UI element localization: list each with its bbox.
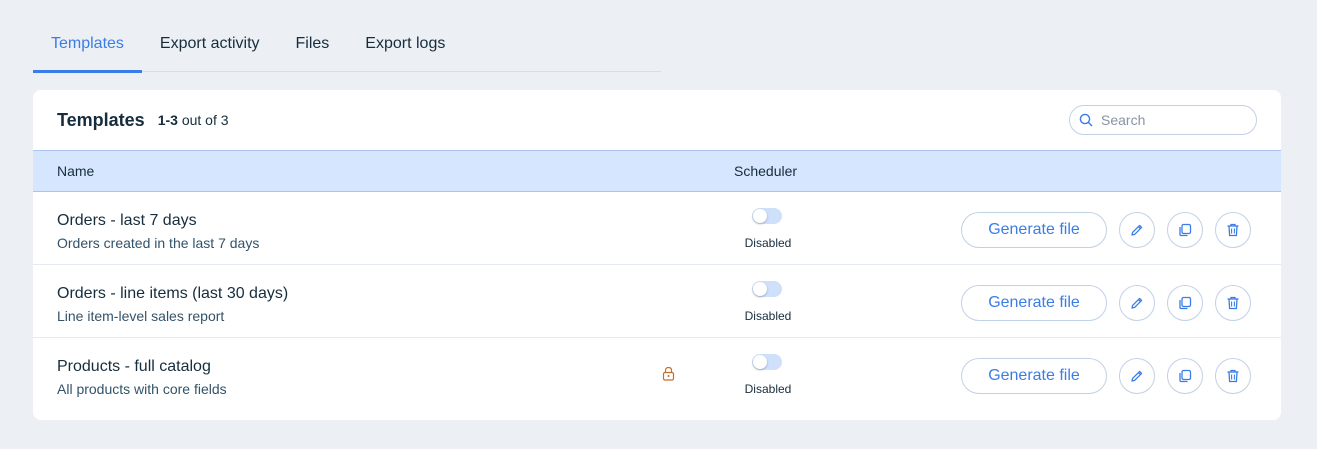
column-header-name[interactable]: Name <box>57 163 94 179</box>
search-icon <box>1079 113 1093 127</box>
scheduler-toggle[interactable] <box>752 208 782 224</box>
count-suffix: out of 3 <box>181 112 229 128</box>
pencil-icon <box>1131 297 1143 309</box>
template-name: Orders - line items (last 30 days) <box>57 285 289 302</box>
template-description: Line item-level sales report <box>57 308 225 324</box>
duplicate-icon <box>1179 296 1192 310</box>
duplicate-icon <box>1179 223 1192 237</box>
scheduler-toggle[interactable] <box>752 281 782 297</box>
scheduler-status: Disabled <box>744 309 792 323</box>
duplicate-button[interactable] <box>1167 285 1203 321</box>
edit-button[interactable] <box>1119 285 1155 321</box>
table-row[interactable]: Products - full catalog All products wit… <box>33 338 1281 411</box>
template-description: All products with core fields <box>57 381 227 397</box>
delete-button[interactable] <box>1215 212 1251 248</box>
card-header: Templates 1-3 out of 3 <box>33 90 1281 150</box>
duplicate-button[interactable] <box>1167 212 1203 248</box>
duplicate-button[interactable] <box>1167 358 1203 394</box>
table-body: Orders - last 7 days Orders created in t… <box>33 192 1281 411</box>
scheduler-status: Disabled <box>744 382 792 396</box>
trash-icon <box>1227 296 1239 310</box>
delete-button[interactable] <box>1215 285 1251 321</box>
templates-card: Templates 1-3 out of 3 Name Scheduler Or… <box>33 90 1281 420</box>
table-header: Name Scheduler <box>33 150 1281 192</box>
template-name: Orders - last 7 days <box>57 212 197 229</box>
card-title: Templates <box>57 109 145 130</box>
edit-button[interactable] <box>1119 358 1155 394</box>
trash-icon <box>1227 223 1239 237</box>
template-name: Products - full catalog <box>57 358 211 375</box>
search-input[interactable] <box>1101 112 1241 128</box>
pencil-icon <box>1131 224 1143 236</box>
edit-button[interactable] <box>1119 212 1155 248</box>
generate-file-button[interactable]: Generate file <box>961 358 1107 394</box>
template-description: Orders created in the last 7 days <box>57 235 260 251</box>
search-box[interactable] <box>1069 105 1257 135</box>
count-range: 1-3 <box>157 112 178 128</box>
tab-export-logs[interactable]: Export logs <box>347 16 463 72</box>
table-row[interactable]: Orders - line items (last 30 days) Line … <box>33 265 1281 338</box>
generate-file-button[interactable]: Generate file <box>961 212 1107 248</box>
tab-templates[interactable]: Templates <box>33 16 142 73</box>
table-row[interactable]: Orders - last 7 days Orders created in t… <box>33 192 1281 265</box>
pencil-icon <box>1131 370 1143 382</box>
tab-bar: Templates Export activity Files Export l… <box>33 16 661 73</box>
tab-files[interactable]: Files <box>278 16 348 72</box>
generate-file-button[interactable]: Generate file <box>961 285 1107 321</box>
column-header-scheduler[interactable]: Scheduler <box>734 163 797 179</box>
trash-icon <box>1227 369 1239 383</box>
scheduler-status: Disabled <box>744 236 792 250</box>
delete-button[interactable] <box>1215 358 1251 394</box>
lock-icon <box>662 366 675 381</box>
scheduler-toggle[interactable] <box>752 354 782 370</box>
item-count: 1-3 out of 3 <box>158 112 229 128</box>
duplicate-icon <box>1179 369 1192 383</box>
tab-export-activity[interactable]: Export activity <box>142 16 278 72</box>
